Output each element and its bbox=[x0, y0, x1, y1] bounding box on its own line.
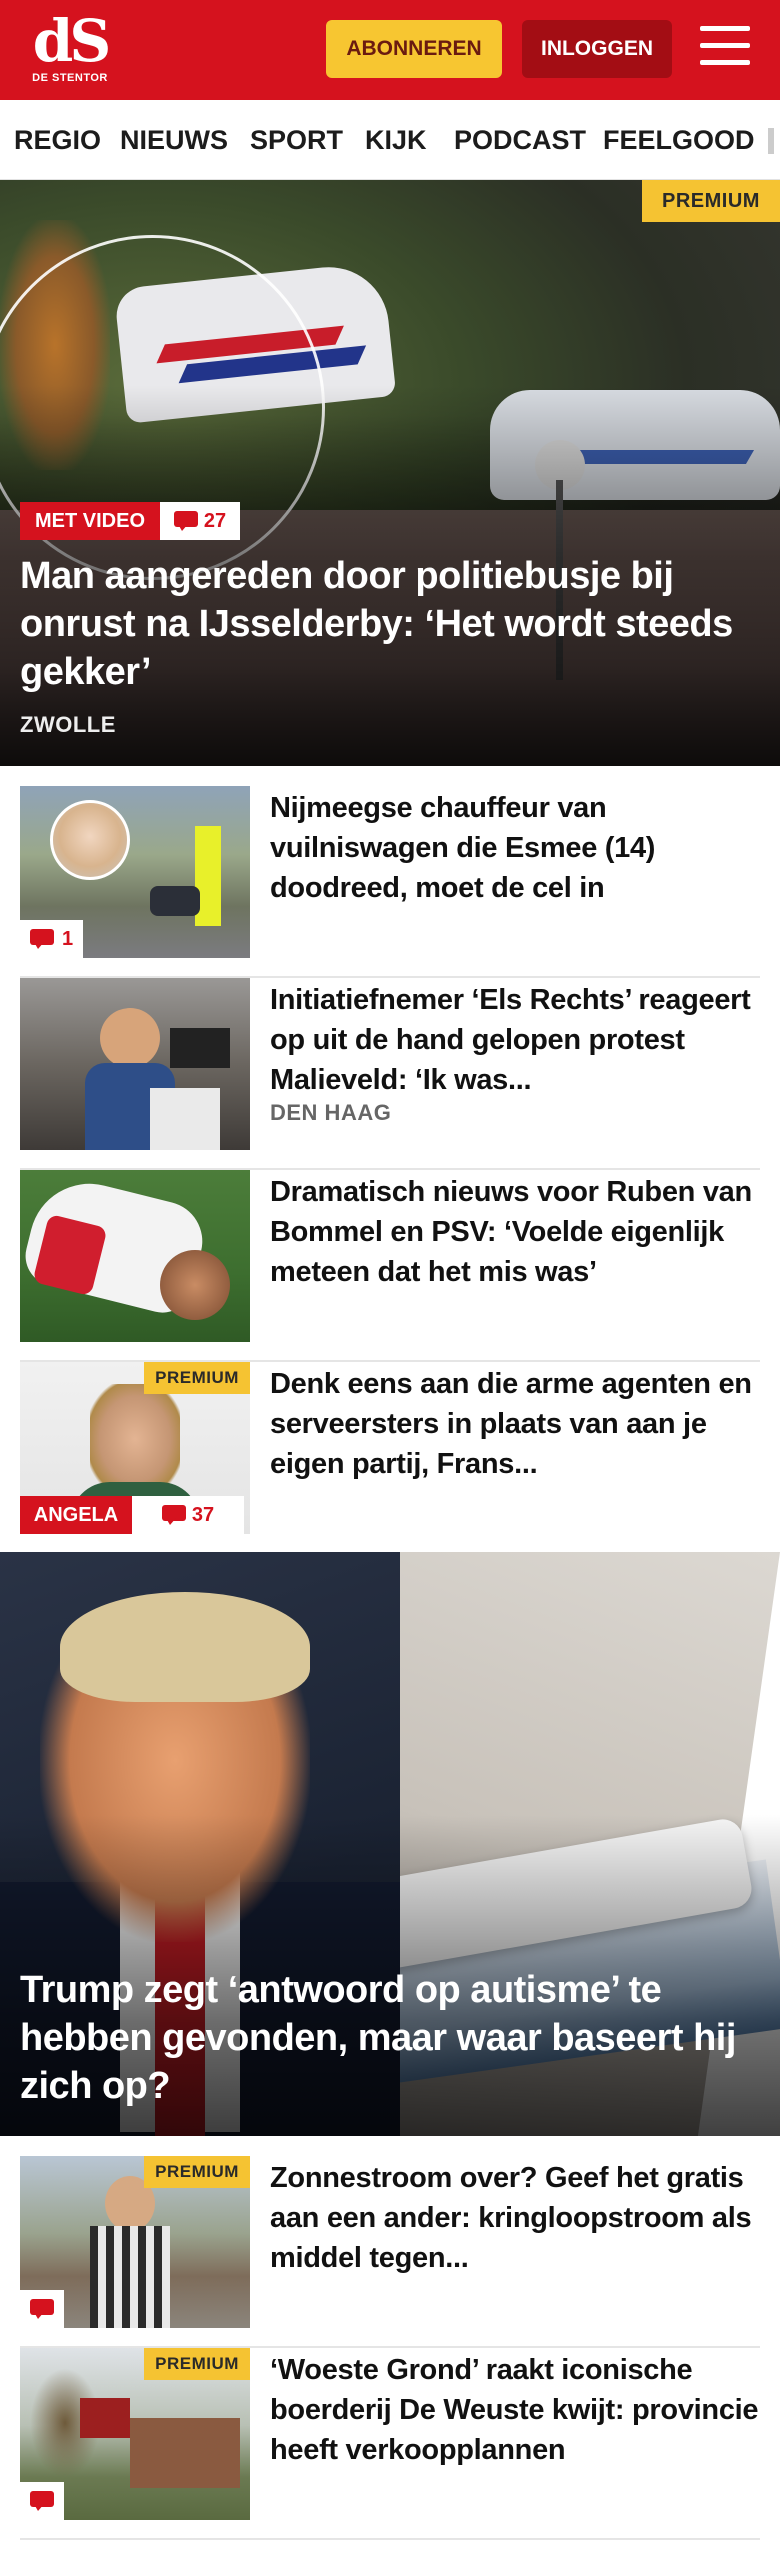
premium-badge: PREMIUM bbox=[642, 180, 780, 222]
featured-title[interactable]: Trump zegt ‘antwoord op autisme’ te hebb… bbox=[20, 1966, 770, 2110]
podium-figure bbox=[150, 1088, 220, 1150]
premium-badge: PREMIUM bbox=[144, 2348, 250, 2380]
video-badge: MET VIDEO bbox=[20, 502, 160, 540]
featured-article[interactable]: Trump zegt ‘antwoord op autisme’ te hebb… bbox=[0, 1552, 780, 2136]
nav-item-nieuws[interactable]: NIEUWS bbox=[120, 100, 228, 179]
article-title[interactable]: Denk eens aan die arme agenten en servee… bbox=[270, 1364, 760, 1484]
subscribe-button[interactable]: ABONNEREN bbox=[326, 20, 502, 78]
article-thumbnail: 1 bbox=[20, 786, 250, 958]
camera-figure bbox=[170, 1028, 230, 1068]
hero-article[interactable]: PREMIUM MET VIDEO 27 Man aangereden door… bbox=[0, 180, 780, 766]
sign-figure bbox=[80, 2398, 130, 2438]
comment-count-badge[interactable]: 27 bbox=[160, 502, 240, 540]
comment-icon bbox=[161, 1505, 186, 1525]
comment-count: 27 bbox=[203, 509, 227, 532]
list-item[interactable]: PREMIUM ANGELA 37 Denk eens aan die arme… bbox=[20, 1362, 760, 1554]
portrait-inset bbox=[50, 800, 130, 880]
nav-item-regio[interactable]: REGIO bbox=[14, 100, 101, 179]
login-button[interactable]: INLOGGEN bbox=[522, 20, 672, 78]
comment-count-badge[interactable]: 1 bbox=[20, 920, 84, 958]
premium-badge: PREMIUM bbox=[144, 2156, 250, 2188]
comment-icon bbox=[30, 2491, 54, 2511]
article-title[interactable]: ‘Woeste Grond’ raakt iconische boerderij… bbox=[270, 2350, 760, 2470]
author-badge: ANGELA bbox=[20, 1496, 132, 1534]
columnist-portrait bbox=[90, 1384, 180, 1484]
comment-icon bbox=[173, 511, 198, 531]
article-title[interactable]: Nijmeegse chauffeur van vuilniswagen die… bbox=[270, 788, 760, 908]
article-title[interactable]: Zonnestroom over? Geef het gratis aan ee… bbox=[270, 2158, 760, 2278]
speaker-figure bbox=[100, 1008, 160, 1068]
comment-icon bbox=[30, 2299, 54, 2319]
premium-badge: PREMIUM bbox=[144, 1362, 250, 1394]
site-header: dS DE STENTOR ABONNEREN INLOGGEN bbox=[0, 0, 780, 100]
hamburger-menu-icon[interactable] bbox=[700, 26, 750, 70]
list-item[interactable]: 1 Nijmeegse chauffeur van vuilniswagen d… bbox=[20, 786, 760, 978]
comment-count: 37 bbox=[191, 1503, 215, 1526]
nav-item-podcast[interactable]: PODCAST bbox=[454, 100, 586, 179]
site-logo[interactable]: dS DE STENTOR bbox=[30, 7, 111, 90]
list-item[interactable]: Initiatiefnemer ‘Els Rechts’ reageert op… bbox=[20, 978, 760, 1170]
list-item[interactable]: PREMIUM Zonnestroom over? Geef het grati… bbox=[20, 2156, 760, 2348]
article-thumbnail: PREMIUM bbox=[20, 2156, 250, 2328]
car-figure bbox=[150, 886, 200, 916]
nav-item-kijk[interactable]: KIJK bbox=[365, 100, 427, 179]
nav-item-cut-off bbox=[768, 128, 774, 154]
article-thumbnail: PREMIUM ANGELA 37 bbox=[20, 1362, 250, 1534]
article-thumbnail: PREMIUM bbox=[20, 2348, 250, 2520]
nav-item-feelgood[interactable]: FEELGOOD bbox=[603, 100, 755, 179]
comment-badge[interactable] bbox=[20, 2482, 64, 2520]
article-thumbnail bbox=[20, 978, 250, 1150]
section-nav: REGIO NIEUWS SPORT KIJK PODCAST FEELGOOD bbox=[0, 100, 780, 180]
logo-mark: dS bbox=[32, 7, 111, 75]
list-item[interactable]: PREMIUM ‘Woeste Grond’ raakt iconische b… bbox=[20, 2348, 760, 2540]
hero-title[interactable]: Man aangereden door politiebusje bij onr… bbox=[20, 552, 760, 696]
player-head bbox=[160, 1250, 230, 1320]
article-title[interactable]: Dramatisch nieuws voor Ruben van Bommel … bbox=[270, 1172, 760, 1292]
comment-count: 1 bbox=[62, 927, 74, 950]
logo-subtitle: DE STENTOR bbox=[32, 72, 108, 84]
farmhouse-figure bbox=[130, 2418, 240, 2488]
person-body bbox=[90, 2226, 170, 2328]
article-thumbnail bbox=[20, 1170, 250, 1342]
list-item[interactable]: Dramatisch nieuws voor Ruben van Bommel … bbox=[20, 1170, 760, 1362]
article-title[interactable]: Initiatiefnemer ‘Els Rechts’ reageert op… bbox=[270, 980, 760, 1100]
comment-count-badge[interactable]: 37 bbox=[132, 1496, 244, 1534]
article-location: DEN HAAG bbox=[270, 1100, 392, 1125]
hero-location: ZWOLLE bbox=[20, 712, 116, 737]
nav-item-sport[interactable]: SPORT bbox=[250, 100, 343, 179]
comment-icon bbox=[30, 929, 54, 949]
comment-badge[interactable] bbox=[20, 2290, 64, 2328]
